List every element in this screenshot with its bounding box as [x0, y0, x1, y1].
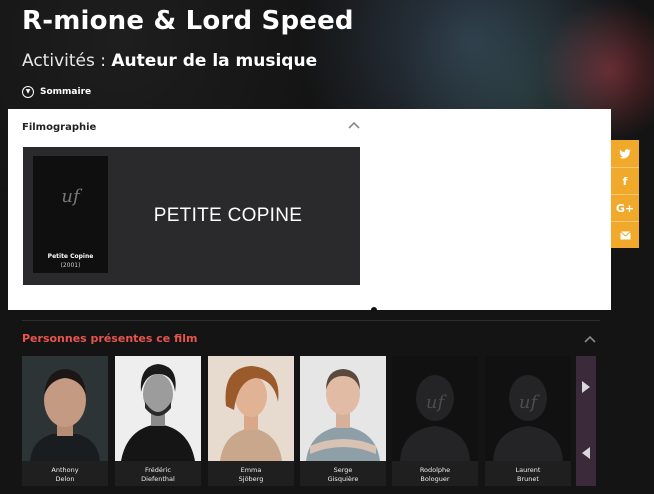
divider-dot — [371, 307, 377, 313]
person-last-name: Delon — [55, 475, 75, 483]
person-last-name: Gisquière — [327, 475, 359, 483]
social-share-bar: f G+ — [611, 140, 639, 248]
film-banner-text: PETITE COPINE — [153, 205, 303, 226]
activities-line: Activités : Auteur de la musique — [22, 51, 317, 71]
activities-value: Auteur de la musique — [111, 51, 318, 71]
person-last-name: Sjöberg — [238, 475, 264, 483]
page-title: R-mione & Lord Speed — [22, 6, 354, 36]
chevron-left-icon[interactable] — [581, 446, 591, 460]
person-placeholder: uf — [392, 356, 478, 461]
chevron-up-icon[interactable] — [348, 120, 360, 130]
person-card[interactable]: Frédéric Diefenthal — [115, 356, 201, 486]
person-first-name: Rodolphe — [419, 466, 451, 474]
chevron-up-icon[interactable] — [584, 334, 596, 344]
person-photo — [115, 356, 201, 461]
summary-label: Sommaire — [40, 87, 92, 97]
person-last-name: Brunet — [517, 475, 539, 483]
film-title: Petite Copine — [47, 253, 94, 260]
filmography-panel: Filmographie uf Petite Copine (2001) PET… — [8, 109, 611, 310]
section-divider — [22, 320, 600, 321]
person-last-name: Diefenthal — [141, 475, 175, 483]
person-photo — [22, 356, 108, 461]
uf-logo: uf — [61, 186, 80, 207]
person-first-name: Emma — [240, 466, 262, 474]
film-card[interactable]: uf Petite Copine (2001) PETITE COPINE — [23, 147, 360, 285]
mail-icon[interactable] — [611, 221, 639, 248]
chevron-right-icon[interactable] — [581, 380, 591, 394]
person-first-name: Serge — [333, 466, 353, 474]
film-year: (2001) — [60, 262, 81, 269]
person-card[interactable]: uf Laurent Brunet — [485, 356, 571, 486]
filmography-title: Filmographie — [22, 122, 97, 133]
person-card[interactable]: Serge Gisquière — [300, 356, 386, 486]
activities-label: Activités : — [22, 51, 106, 71]
facebook-icon[interactable]: f — [611, 167, 639, 194]
person-first-name: Laurent — [515, 466, 541, 474]
person-card[interactable]: Emma Sjöberg — [208, 356, 294, 486]
person-card[interactable]: Anthony Delon — [22, 356, 108, 486]
carousel-nav — [576, 356, 596, 486]
persons-section-title: Personnes présentes ce film — [22, 332, 198, 345]
person-first-name: Frédéric — [145, 466, 171, 474]
person-first-name: Anthony — [51, 466, 79, 474]
person-photo — [300, 356, 386, 461]
chevron-down-icon: ▼ — [22, 86, 34, 98]
person-card[interactable]: uf Rodolphe Bologuer — [392, 356, 478, 486]
google-plus-icon[interactable]: G+ — [611, 194, 639, 221]
person-placeholder: uf — [485, 356, 571, 461]
person-photo — [208, 356, 294, 461]
film-poster[interactable]: uf Petite Copine (2001) — [33, 156, 108, 273]
summary-toggle[interactable]: ▼ Sommaire — [22, 86, 91, 98]
twitter-icon[interactable] — [611, 140, 639, 167]
person-last-name: Bologuer — [420, 475, 450, 483]
